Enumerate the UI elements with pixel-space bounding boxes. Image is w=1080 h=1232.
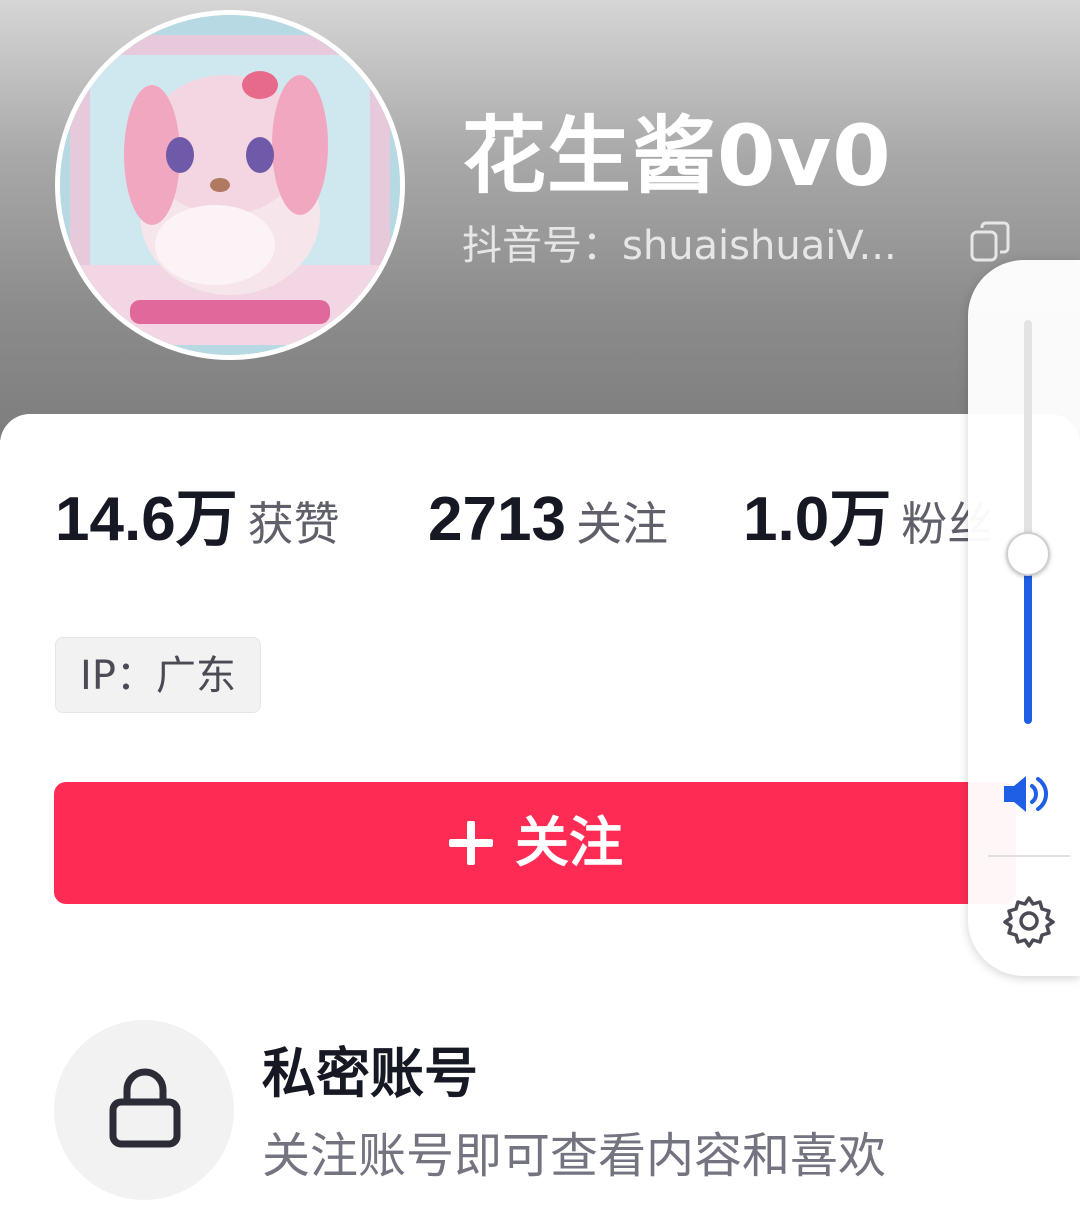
profile-name: 花生酱0v0	[462, 107, 892, 205]
private-lock-badge	[54, 1020, 234, 1200]
profile-header: 花生酱0v0 抖音号：shuaishuaiV...	[0, 0, 1080, 440]
volume-panel	[968, 260, 1080, 976]
follow-label: 关注	[515, 811, 623, 874]
stat-label: 获赞	[247, 497, 340, 551]
plus-icon	[449, 821, 493, 865]
speaker-icon[interactable]	[1002, 772, 1054, 816]
volume-slider[interactable]	[1024, 320, 1032, 724]
avatar[interactable]	[55, 10, 405, 360]
douyin-id: 抖音号：shuaishuaiV...	[462, 223, 897, 269]
volume-divider	[988, 855, 1070, 857]
gear-icon[interactable]	[1002, 894, 1056, 948]
private-account-subtitle: 关注账号即可查看内容和喜欢	[262, 1128, 887, 1184]
stat-likes[interactable]: 14.6万 获赞	[55, 480, 340, 564]
stat-followers[interactable]: 1.0万 粉丝	[743, 480, 993, 564]
stat-value: 2713	[428, 485, 566, 554]
volume-fill	[1024, 554, 1032, 724]
plush-bunny-avatar	[60, 15, 400, 355]
volume-knob[interactable]	[1006, 532, 1050, 576]
follow-button[interactable]: 关注	[54, 782, 1016, 904]
stat-value: 14.6万	[55, 485, 238, 554]
private-account-title: 私密账号	[262, 1042, 478, 1105]
ip-tag: IP：广东	[55, 637, 261, 713]
copy-icon[interactable]	[968, 220, 1012, 264]
lock-icon	[109, 1068, 181, 1148]
stat-following[interactable]: 2713 关注	[428, 480, 668, 564]
stat-label: 关注	[575, 497, 668, 551]
stat-value: 1.0万	[743, 485, 892, 554]
